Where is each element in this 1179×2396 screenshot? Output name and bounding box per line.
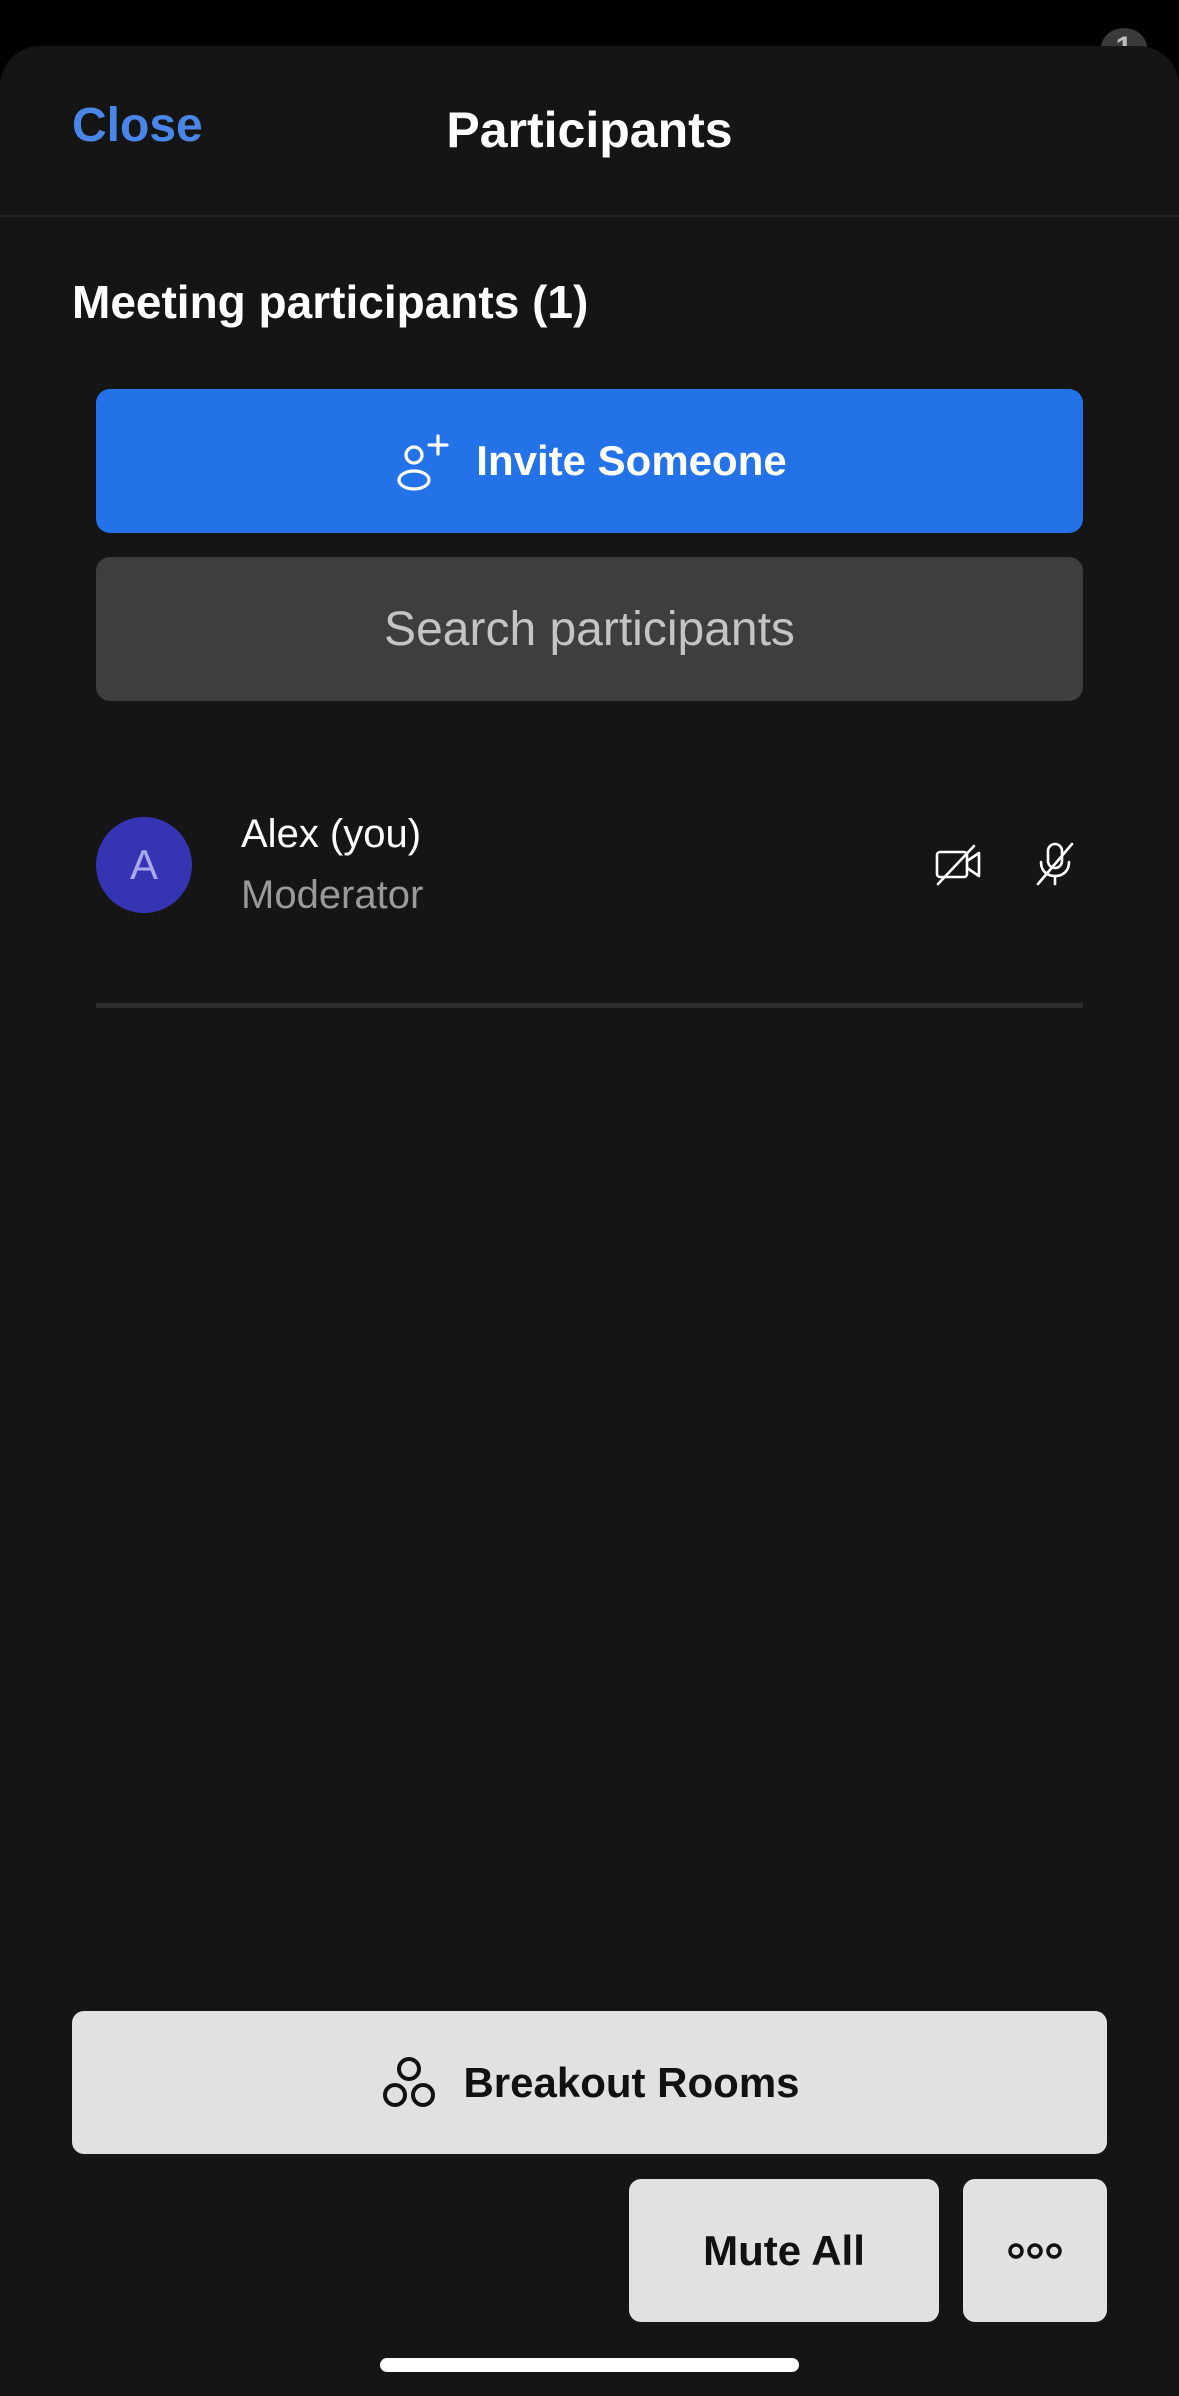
participants-sheet: Close Participants Meeting participants … <box>0 46 1179 2396</box>
sheet-header: Close Participants <box>0 46 1179 217</box>
breakout-rooms-label: Breakout Rooms <box>463 2058 800 2106</box>
status-bar <box>0 0 1179 48</box>
row-divider <box>96 1003 1083 1008</box>
participant-role: Moderator <box>241 873 424 917</box>
more-options-button[interactable] <box>963 2179 1107 2322</box>
meeting-participants-heading: Meeting participants (1) <box>72 276 589 328</box>
avatar: A <box>96 817 192 913</box>
search-participants-input[interactable] <box>96 557 1083 701</box>
page-title: Participants <box>446 102 733 158</box>
mute-all-button[interactable]: Mute All <box>629 2179 939 2322</box>
participant-name: Alex (you) <box>241 812 422 856</box>
add-person-icon <box>397 434 449 491</box>
mic-off-icon[interactable] <box>1031 840 1079 888</box>
camera-off-icon[interactable] <box>934 840 982 888</box>
breakout-rooms-icon <box>383 2056 436 2107</box>
participant-row[interactable]: A Alex (you) Moderator <box>96 800 1083 960</box>
invite-someone-label: Invite Someone <box>476 437 787 484</box>
breakout-rooms-button[interactable]: Breakout Rooms <box>72 2011 1107 2154</box>
home-indicator[interactable] <box>380 2358 799 2372</box>
more-options-icon <box>1008 2242 1062 2259</box>
invite-someone-button[interactable]: Invite Someone <box>96 389 1083 533</box>
